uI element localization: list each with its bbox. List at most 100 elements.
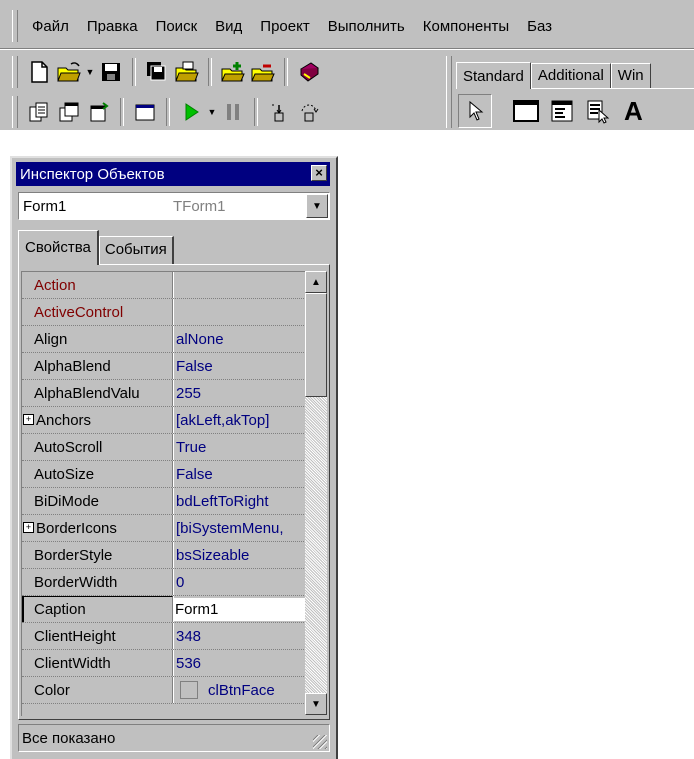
remove-from-project-icon[interactable] (250, 59, 276, 85)
pointer-icon[interactable] (458, 94, 492, 128)
menu-view[interactable]: Вид (205, 18, 250, 35)
toggle-form-unit-icon[interactable] (86, 99, 112, 125)
property-name: AutoScroll (22, 434, 173, 460)
toolbar-separator (132, 58, 136, 86)
menubar-grip[interactable] (12, 10, 18, 42)
property-row[interactable]: Caption Form1 (22, 596, 308, 623)
property-name-text: BiDiMode (34, 492, 100, 510)
property-row[interactable]: AutoSize False (22, 461, 308, 488)
run-icon[interactable] (178, 99, 204, 125)
property-row[interactable]: BorderStyle bsSizeable (22, 542, 308, 569)
property-name: BorderWidth (22, 569, 173, 595)
property-row[interactable]: Align alNone (22, 326, 308, 353)
size-grip-icon[interactable] (313, 735, 327, 749)
palette-grip[interactable] (446, 56, 452, 128)
scroll-up-icon[interactable]: ▲ (305, 271, 327, 293)
label-component-icon[interactable]: A (616, 96, 643, 127)
property-name: AlphaBlendValu (22, 380, 173, 406)
property-row[interactable]: ClientHeight 348 (22, 623, 308, 650)
new-form-icon[interactable] (132, 99, 158, 125)
property-value[interactable]: Form1 (173, 596, 308, 622)
expand-plus-icon[interactable]: + (23, 414, 34, 425)
help-icon[interactable] (296, 59, 322, 85)
property-value[interactable]: [akLeft,akTop] (173, 407, 308, 433)
menu-project[interactable]: Проект (250, 18, 317, 35)
palette-tab-win32[interactable]: Win (610, 63, 651, 88)
property-row[interactable]: AlphaBlendValu 255 (22, 380, 308, 407)
property-row[interactable]: AlphaBlend False (22, 353, 308, 380)
tab-events[interactable]: События (98, 236, 174, 264)
property-value[interactable]: [biSystemMenu, (173, 515, 308, 541)
property-value[interactable]: True (173, 434, 308, 460)
new-icon[interactable] (26, 59, 52, 85)
palette-tab-standard[interactable]: Standard (456, 62, 531, 89)
save-icon[interactable] (98, 59, 124, 85)
tab-properties[interactable]: Свойства (18, 230, 99, 265)
property-value[interactable]: 255 (173, 380, 308, 406)
property-name-text: Anchors (36, 411, 92, 429)
property-value[interactable]: bdLeftToRight (173, 488, 308, 514)
close-icon[interactable]: × (311, 165, 327, 181)
step-over-icon[interactable] (296, 99, 322, 125)
property-value[interactable] (173, 299, 308, 325)
property-row[interactable]: ClientWidth 536 (22, 650, 308, 677)
property-value[interactable]: alNone (173, 326, 308, 352)
property-value-text: clBtnFace (208, 681, 275, 699)
open-project-icon[interactable] (174, 59, 200, 85)
property-row[interactable]: BorderWidth 0 (22, 569, 308, 596)
add-to-project-icon[interactable] (220, 59, 246, 85)
toolbar2-grip[interactable] (12, 96, 18, 128)
caption-edit-field[interactable]: Form1 (174, 597, 306, 621)
popup-menu-icon[interactable] (582, 95, 614, 127)
property-value[interactable]: 0 (173, 569, 308, 595)
property-value[interactable]: clBtnFace (173, 677, 308, 703)
vertical-scrollbar[interactable]: ▲ ▼ (305, 271, 327, 715)
property-value[interactable]: False (173, 353, 308, 379)
scroll-down-icon[interactable]: ▼ (305, 693, 327, 715)
menu-database[interactable]: Баз (517, 18, 560, 35)
inspector-titlebar[interactable]: Инспектор Объектов × (16, 162, 330, 186)
toolbar1-grip[interactable] (12, 56, 18, 88)
pause-icon[interactable] (220, 99, 246, 125)
open-icon[interactable] (56, 59, 82, 85)
menu-run[interactable]: Выполнить (318, 18, 413, 35)
property-name: ClientHeight (22, 623, 173, 649)
chevron-down-icon[interactable]: ▼ (306, 194, 328, 218)
property-value-text: True (176, 438, 207, 456)
open-dropdown-icon[interactable]: ▼ (84, 67, 96, 77)
frames-icon[interactable] (510, 95, 542, 127)
property-row[interactable]: ActiveControl (22, 299, 308, 326)
property-row[interactable]: AutoScroll True (22, 434, 308, 461)
property-row[interactable]: + BorderIcons [biSystemMenu, (22, 515, 308, 542)
property-row[interactable]: Action (22, 272, 308, 299)
scroll-thumb[interactable] (305, 293, 327, 397)
palette-tab-additional[interactable]: Additional (530, 63, 611, 88)
menu-search[interactable]: Поиск (146, 18, 206, 35)
main-menu-icon[interactable] (546, 95, 578, 127)
inspector-statusbar: Все показано (18, 724, 330, 752)
property-value[interactable]: 536 (173, 650, 308, 676)
view-form-icon[interactable] (56, 99, 82, 125)
trace-into-icon[interactable] (266, 99, 292, 125)
property-value[interactable]: False (173, 461, 308, 487)
property-value[interactable]: 348 (173, 623, 308, 649)
property-value-text: bsSizeable (176, 546, 250, 564)
property-row[interactable]: + Anchors [akLeft,akTop] (22, 407, 308, 434)
property-row[interactable]: BiDiMode bdLeftToRight (22, 488, 308, 515)
expand-plus-icon[interactable]: + (23, 522, 34, 533)
property-value[interactable]: bsSizeable (173, 542, 308, 568)
menu-file[interactable]: Файл (22, 18, 77, 35)
run-dropdown-icon[interactable]: ▼ (206, 107, 218, 117)
property-value[interactable] (173, 272, 308, 298)
ide-main-window: Файл Правка Поиск Вид Проект Выполнить К… (0, 0, 694, 130)
object-selector[interactable]: Form1 TForm1 ▼ (18, 192, 330, 220)
property-name: ActiveControl (22, 299, 173, 325)
save-all-icon[interactable] (144, 59, 170, 85)
property-row[interactable]: Color clBtnFace (22, 677, 308, 704)
view-unit-icon[interactable] (26, 99, 52, 125)
property-name: BorderStyle (22, 542, 173, 568)
component-palette-tabs: Standard Additional Win (456, 58, 694, 89)
menu-components[interactable]: Компоненты (413, 18, 517, 35)
menu-edit[interactable]: Правка (77, 18, 146, 35)
property-value-text: False (176, 465, 213, 483)
